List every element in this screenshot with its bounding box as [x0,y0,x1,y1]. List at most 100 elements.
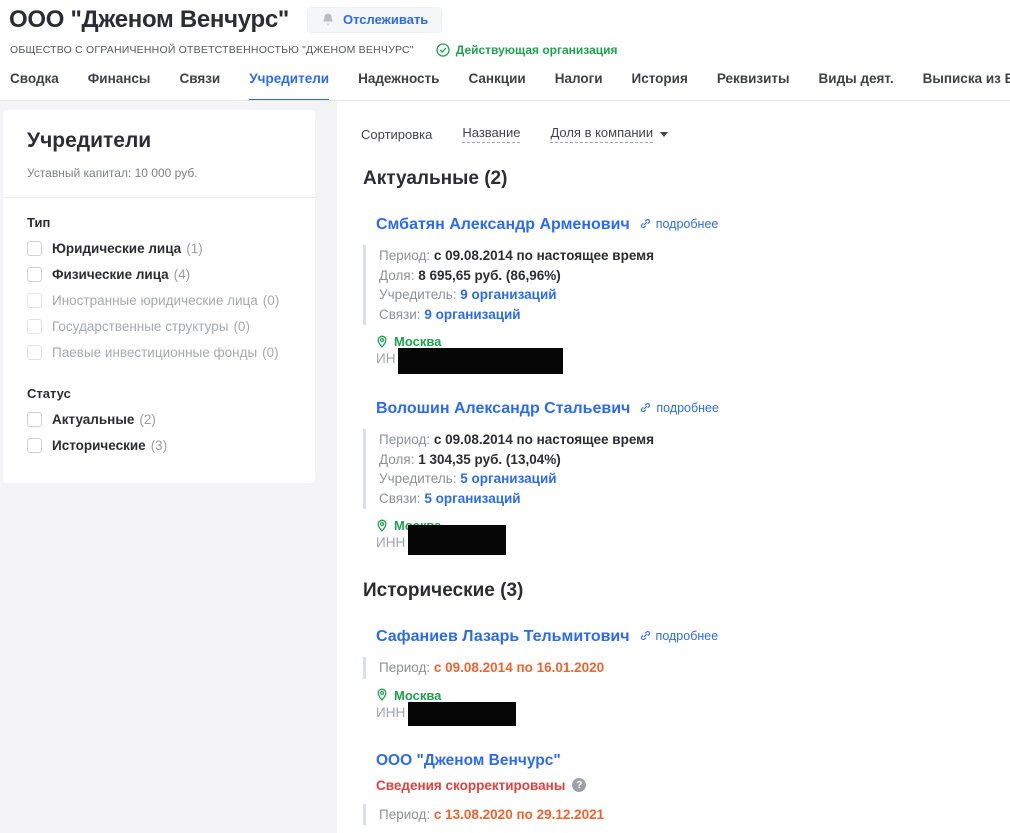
inn-row: ИНН [376,705,1010,726]
filter-checkbox-individuals[interactable]: Физические лица (4) [27,267,291,282]
tab-nadezhnost[interactable]: Надежность [358,71,439,100]
filter-checkbox-historical[interactable]: Исторические (3) [27,438,291,453]
founder-info-block: Период: с 09.08.2014 по настоящее время … [363,245,1010,325]
founders-list-panel: Сортировка Название Доля в компании Акту… [337,101,1010,833]
tab-svyazi[interactable]: Связи [179,71,220,100]
founder-info-block: Период: с 09.08.2014 по 16.01.2020 [363,657,1010,679]
inn-row: ИН [376,351,1010,374]
period-label: Период: [379,807,430,822]
share-label: Доля: [379,452,414,467]
pin-icon [376,519,388,533]
filter-checkbox-actual[interactable]: Актуальные (2) [27,412,291,427]
founder-card-voloshin: Волошин Александр Стальевич подробнее Пе… [363,400,1010,555]
connections-link[interactable]: 5 организаций [424,491,520,506]
sort-by-share[interactable]: Доля в компании [550,125,668,143]
redacted-inn-box [408,702,516,726]
question-circle-icon[interactable]: ? [572,778,586,792]
link-icon [640,630,651,641]
checkbox-icon[interactable] [27,438,42,453]
connections-label: Связи: [379,491,421,506]
sort-by-name[interactable]: Название [462,125,520,143]
redacted-inn-box [398,348,563,374]
inn-label: ИН [376,351,395,366]
link-icon [640,402,651,413]
follow-button[interactable]: Отслеживать [307,7,442,33]
period-label: Период: [379,248,430,263]
company-full-name: ОБЩЕСТВО С ОГРАНИЧЕННОЙ ОТВЕТСТВЕННОСТЬЮ… [10,44,414,56]
filter-checkbox-foreign-legal: Иностранные юридические лица (0) [27,293,291,308]
inn-row: ИНН [376,535,1010,555]
location-row: Москва [376,688,1010,703]
charter-capital: Уставный капитал: 10 000 руб. [27,166,291,180]
checkbox-icon[interactable] [27,241,42,256]
founder-info-block: Период: с 13.08.2020 по 29.12.2021 [363,804,1010,826]
corrected-info-row: Сведения скорректированы ? [376,778,1010,793]
founder-name-link[interactable]: Смбатян Александр Арменович [376,216,630,234]
checkbox-icon [27,293,42,308]
details-link[interactable]: подробнее [640,629,719,643]
filter-checkbox-government: Государственные структуры (0) [27,319,291,334]
share-label: Доля: [379,268,414,283]
period-value: с 09.08.2014 по 16.01.2020 [434,660,604,675]
follow-button-label: Отслеживать [343,12,428,27]
pin-icon [376,335,388,349]
check-circle-icon [436,43,450,57]
tab-sankcii[interactable]: Санкции [468,71,525,100]
location-row: Москва [376,334,1010,349]
pin-icon [376,688,388,702]
checkbox-icon [27,319,42,334]
founder-card-safaniev: Сафаниев Лазарь Тельмитович подробнее Пе… [363,628,1010,726]
filters-panel: Учредители Уставный капитал: 10 000 руб.… [3,110,315,483]
founder-card-company: ООО "Дженом Венчурс" Сведения скорректир… [363,752,1010,833]
founder-of-link[interactable]: 5 организаций [460,471,556,486]
founder-name-link[interactable]: Сафаниев Лазарь Тельмитович [376,628,630,646]
inn-label: ИНН [376,705,405,720]
filter-checkbox-investment-funds: Паевые инвестиционные фонды (0) [27,345,291,360]
page-title: ООО "Дженом Венчурс" [9,6,289,34]
period-value: с 09.08.2014 по настоящее время [434,248,654,263]
sort-label: Сортировка [361,127,432,142]
inn-label: ИНН [376,535,405,550]
company-profile-page: ООО "Дженом Венчурс" Отслеживать ОБЩЕСТВ… [0,0,1010,833]
connections-link[interactable]: 9 организаций [424,307,520,322]
section-title-historical: Исторические (3) [363,580,1010,602]
share-value: 8 695,65 руб. (86,96%) [418,268,561,283]
redacted-inn-box [408,525,506,555]
details-link[interactable]: подробнее [640,401,719,415]
founder-info-block: Период: с 09.08.2014 по настоящее время … [363,429,1010,509]
founder-name-link[interactable]: Волошин Александр Стальевич [376,400,630,418]
sort-row: Сортировка Название Доля в компании [361,101,1010,143]
link-icon [640,218,651,229]
period-value: с 09.08.2014 по настоящее время [434,432,654,447]
details-link[interactable]: подробнее [640,217,719,231]
period-label: Период: [379,432,430,447]
sidebar-title: Учредители [27,129,291,153]
founder-of-link[interactable]: 9 организаций [460,287,556,302]
tab-vypiska-egrul[interactable]: Выписка из ЕГРЮЛ [923,71,1010,100]
checkbox-icon[interactable] [27,267,42,282]
filter-checkbox-legal-entities[interactable]: Юридические лица (1) [27,241,291,256]
tab-svodka[interactable]: Сводка [10,71,59,100]
tab-bar: Сводка Финансы Связи Учредители Надежнос… [0,71,1010,101]
tab-uchrediteli[interactable]: Учредители [249,71,329,101]
sidebar-divider [3,197,315,198]
status-badge: Действующая организация [436,43,618,57]
company-header: ООО "Дженом Венчурс" Отслеживать ОБЩЕСТВ… [0,0,1010,101]
checkbox-icon[interactable] [27,412,42,427]
period-value: с 13.08.2020 по 29.12.2021 [434,807,604,822]
content-area: Учредители Уставный капитал: 10 000 руб.… [0,101,1010,833]
tab-finansy[interactable]: Финансы [88,71,151,100]
city-label: Москва [394,688,441,703]
tab-istoriya[interactable]: История [632,71,688,100]
tab-rekvizity[interactable]: Реквизиты [717,71,790,100]
tab-nalogi[interactable]: Налоги [555,71,603,100]
caret-down-icon [660,132,668,137]
city-label: Москва [394,334,441,349]
section-title-actual: Актуальные (2) [363,168,1010,190]
share-value: 1 304,35 руб. (13,04%) [418,452,561,467]
connections-label: Связи: [379,307,421,322]
founder-name-link[interactable]: ООО "Дженом Венчурс" [376,752,561,770]
checkbox-icon [27,345,42,360]
founder-of-label: Учредитель: [379,471,457,486]
tab-vidy-deyat[interactable]: Виды деят. [819,71,894,100]
